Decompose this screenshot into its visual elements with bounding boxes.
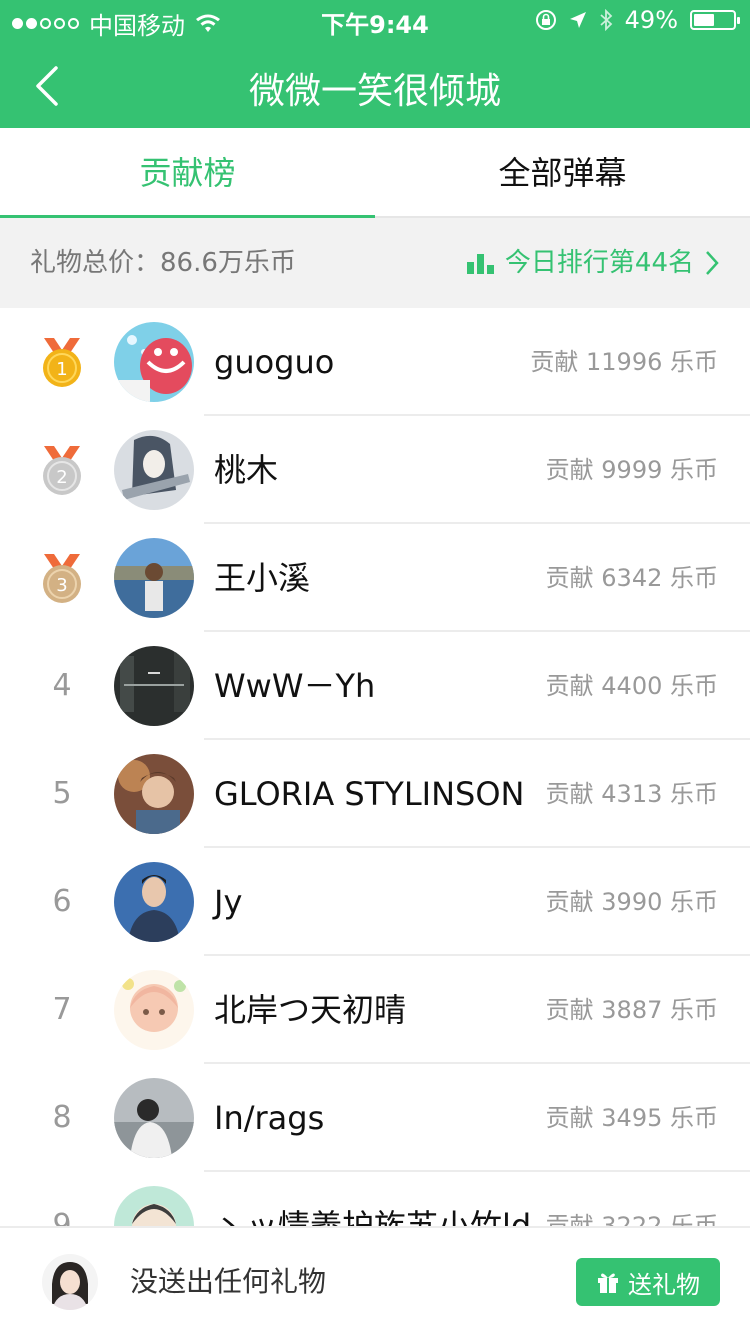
leaderboard-row-2[interactable]: 2 桃木 贡献 9999 乐币: [0, 416, 750, 524]
user-name: Jy: [214, 883, 243, 921]
leaderboard-row-5[interactable]: 5 GLORIA STYLINSON 贡献 4313 乐币: [0, 740, 750, 848]
rank-number: 6: [52, 884, 72, 919]
leaderboard-row-7[interactable]: 7 北岸つ天初晴 贡献 3887 乐币: [0, 956, 750, 1064]
gold-medal-icon: 1: [43, 338, 81, 387]
user-name: 王小溪: [214, 559, 311, 597]
svg-text:3: 3: [56, 575, 67, 596]
svg-text:2: 2: [56, 467, 67, 488]
user-name: 丶ッ情義护族苏小竹ld: [214, 1207, 532, 1226]
contribution-amount: 贡献 9999 乐币: [545, 456, 718, 484]
rank-number: 5: [52, 776, 72, 811]
tab-contribution-rank[interactable]: 贡献榜: [0, 128, 375, 220]
leaderboard-row-9[interactable]: 9 丶ッ情義护族苏小竹ld 贡献 3222 乐币: [0, 1172, 750, 1226]
user-name: WwW－Yh: [214, 667, 376, 705]
bar-chart-icon: [466, 254, 494, 274]
user-name: guoguo: [214, 343, 335, 381]
tab-all-danmaku[interactable]: 全部弹幕: [375, 128, 750, 218]
daily-rank-link[interactable]: 今日排行第44名: [466, 218, 720, 308]
avatar[interactable]: [114, 1186, 194, 1226]
battery-percent: 49%: [624, 6, 678, 34]
contribution-amount: 贡献 4400 乐币: [545, 672, 718, 700]
silver-medal-icon: 2: [43, 446, 81, 495]
contribution-amount: 贡献 4313 乐币: [545, 780, 718, 808]
avatar[interactable]: [114, 1078, 194, 1158]
rank-number: 9: [52, 1208, 72, 1226]
send-gift-button[interactable]: 送礼物: [576, 1258, 720, 1306]
rank-number: 8: [52, 1100, 72, 1135]
leaderboard-row-4[interactable]: 4 WwW－Yh 贡献 4400 乐币: [0, 632, 750, 740]
chevron-right-icon: [706, 251, 719, 275]
rotation-lock-icon: [535, 10, 556, 30]
bluetooth-icon: [600, 9, 612, 31]
bronze-medal-icon: 3: [43, 554, 81, 603]
rank-number: 7: [52, 992, 72, 1027]
contribution-amount: 贡献 11996 乐币: [530, 348, 718, 376]
tab-bar: 贡献榜 全部弹幕: [0, 128, 750, 220]
leaderboard-row-8[interactable]: 8 In/rags 贡献 3495 乐币: [0, 1064, 750, 1172]
avatar[interactable]: [114, 754, 194, 834]
my-avatar[interactable]: [42, 1254, 98, 1310]
no-gift-message: 没送出任何礼物: [130, 1265, 327, 1298]
avatar[interactable]: [114, 646, 194, 726]
gift-total-label: 礼物总价：86.6万乐币: [30, 248, 296, 278]
daily-rank-label: 今日排行第44名: [504, 248, 694, 278]
avatar[interactable]: [114, 538, 194, 618]
contribution-amount: 贡献 3887 乐币: [545, 996, 718, 1024]
contribution-amount: 贡献 3222 乐币: [545, 1212, 718, 1226]
page-title: 微微一笑很倾城: [248, 71, 501, 112]
user-name: In/rags: [214, 1099, 325, 1137]
user-name: GLORIA STYLINSON: [214, 775, 525, 813]
battery-icon: [690, 10, 740, 30]
location-arrow-icon: [569, 12, 586, 28]
gift-summary-bar: 礼物总价：86.6万乐币 今日排行第44名: [0, 218, 750, 308]
top-bar: 中国移动 下午9:44 49% 微微一笑很倾城: [0, 0, 750, 128]
status-right: 49%: [535, 6, 740, 34]
user-name: 北岸つ天初晴: [214, 991, 407, 1029]
footer-bar: 没送出任何礼物 送礼物: [0, 1226, 750, 1334]
contribution-amount: 贡献 6342 乐币: [545, 564, 718, 592]
status-bar: 中国移动 下午9:44 49%: [0, 0, 750, 40]
avatar[interactable]: [114, 970, 194, 1050]
avatar[interactable]: [114, 322, 194, 402]
user-name: 桃木: [214, 451, 279, 489]
contribution-amount: 贡献 3990 乐币: [545, 888, 718, 916]
leaderboard-row-3[interactable]: 3 王小溪 贡献 6342 乐币: [0, 524, 750, 632]
svg-text:1: 1: [56, 359, 67, 380]
leaderboard-row-1[interactable]: 1 guoguo 贡献 11996 乐币: [0, 308, 750, 416]
rank-number: 4: [52, 668, 72, 703]
leaderboard-row-6[interactable]: 6 Jy 贡献 3990 乐币: [0, 848, 750, 956]
contribution-amount: 贡献 3495 乐币: [545, 1104, 718, 1132]
gift-icon: [598, 1273, 618, 1293]
avatar[interactable]: [114, 430, 194, 510]
avatar[interactable]: [114, 862, 194, 942]
send-gift-label: 送礼物: [628, 1270, 700, 1299]
leaderboard-list[interactable]: 1 guoguo 贡献 11996 乐币 2 桃木 贡献 9999 乐币 3 王…: [0, 308, 750, 1226]
